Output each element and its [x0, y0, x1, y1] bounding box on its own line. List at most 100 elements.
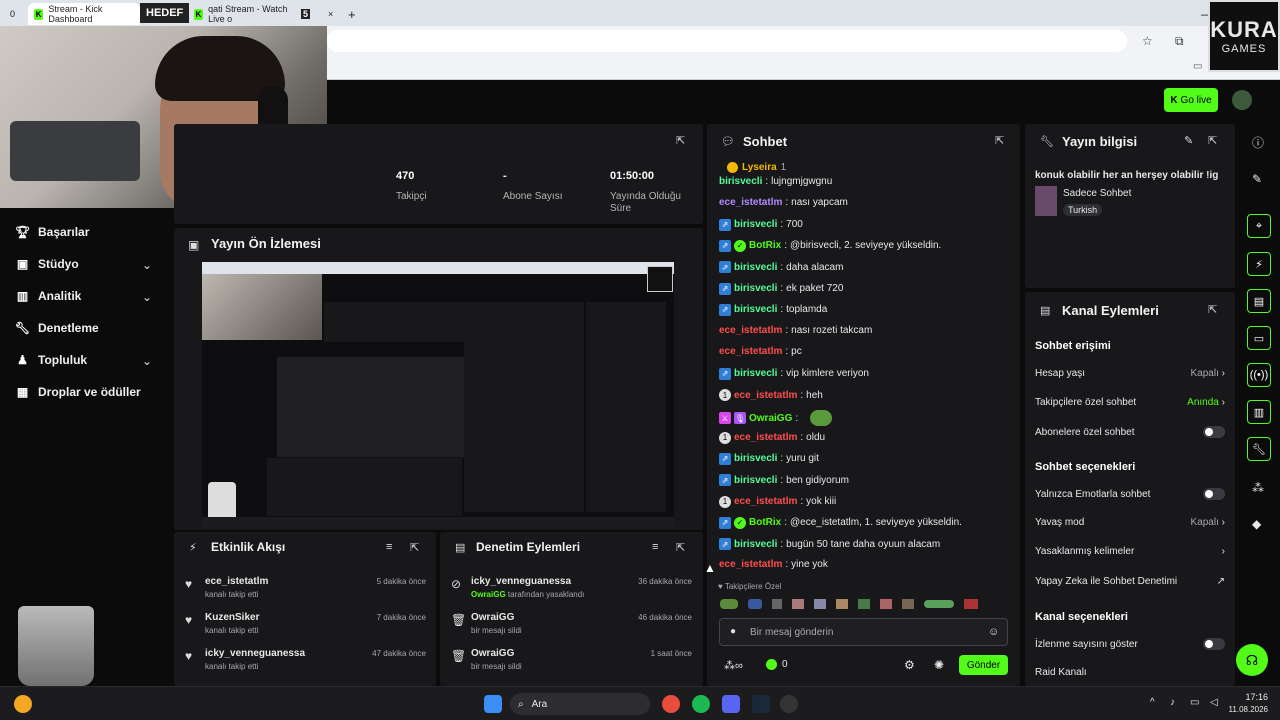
chat-username[interactable]: ece_istetatlm: [734, 390, 797, 401]
extensions-icon[interactable]: ⧉: [1175, 34, 1184, 49]
popout-icon[interactable]: ⇱: [676, 541, 685, 554]
account-age-row[interactable]: Hesap yaşı Kapalı ›: [1035, 368, 1225, 379]
rail-capture-icon[interactable]: ⌖: [1247, 214, 1271, 238]
rail-bolt-icon[interactable]: ⚡︎: [1247, 252, 1271, 276]
activity-user[interactable]: icky_venneguanessa: [205, 648, 305, 659]
show-viewers-toggle[interactable]: [1203, 638, 1225, 650]
star-icon[interactable]: ☆: [1142, 34, 1153, 48]
popout-icon[interactable]: ⇱: [995, 134, 1004, 147]
followers-chat-row[interactable]: Takipçilere özel sohbet Anında ›: [1035, 397, 1225, 408]
sidebar-item-achievements[interactable]: 🏆︎ Başarılar: [15, 222, 89, 242]
pencil-icon[interactable]: ✎: [1252, 172, 1262, 186]
tab-qati-stream[interactable]: K qati Stream - Watch Live o 5: [188, 3, 316, 25]
pinned-user[interactable]: Lyseira 1: [727, 162, 786, 173]
rail-broadcast-icon[interactable]: ((•)): [1247, 363, 1271, 387]
mic-icon[interactable]: ♪: [1170, 697, 1175, 708]
rail-chat-icon[interactable]: ▭: [1247, 326, 1271, 350]
banned-words-row[interactable]: Yasaklanmış kelimeler ›: [1035, 546, 1225, 557]
new-tab-button[interactable]: +: [342, 3, 362, 25]
rail-actions-icon[interactable]: ▥: [1247, 400, 1271, 424]
url-field[interactable]: [327, 30, 1127, 52]
emotes-only-toggle[interactable]: [1203, 488, 1225, 500]
emote-icon[interactable]: [772, 599, 782, 609]
emote-bar[interactable]: [720, 596, 1010, 612]
mod-user[interactable]: icky_venneguanessa: [471, 576, 571, 587]
sidebar-item-community[interactable]: ♟ Topluluk: [16, 350, 87, 370]
chat-username[interactable]: birisvecli: [734, 304, 777, 315]
raid-row[interactable]: Raid Kanalı: [1035, 667, 1225, 678]
activity-user[interactable]: KuzenSiker: [205, 612, 259, 623]
rail-community-icon[interactable]: ⁂: [1252, 481, 1264, 495]
tray-chevron-icon[interactable]: ^: [1150, 697, 1155, 708]
folder-icon[interactable]: ▭: [1193, 61, 1202, 72]
community-icon[interactable]: ⁂∞: [724, 659, 743, 672]
sidebar-item-studio[interactable]: ▣ Stüdyo: [16, 254, 79, 274]
emote-icon[interactable]: [836, 599, 848, 609]
go-live-button[interactable]: K Go live: [1164, 88, 1218, 112]
rail-tag-icon[interactable]: ◆: [1252, 517, 1261, 531]
emote-icon[interactable]: [748, 599, 762, 609]
avatar[interactable]: [1232, 90, 1252, 110]
slow-mode-row[interactable]: Yavaş mod Kapalı ›: [1035, 517, 1225, 528]
rail-wrench-icon[interactable]: 🔧︎: [1247, 437, 1271, 461]
chat-username[interactable]: ece_istetatlm: [734, 496, 797, 507]
filter-icon[interactable]: ≡: [386, 541, 392, 553]
chat-username[interactable]: BotRix: [749, 517, 781, 528]
chevron-down-icon[interactable]: ⌄: [142, 258, 152, 272]
tab-counter[interactable]: 0: [4, 3, 21, 25]
weather-icon[interactable]: [14, 695, 32, 713]
chat-username[interactable]: birisvecli: [734, 262, 777, 273]
chat-username[interactable]: BotRix: [749, 240, 781, 251]
info-icon[interactable]: ⓘ: [1252, 134, 1264, 151]
filter-icon[interactable]: ≡: [652, 541, 658, 553]
chat-username[interactable]: ece_istetatlm: [719, 346, 782, 357]
chat-username[interactable]: ece_istetatlm: [719, 325, 782, 336]
discord-icon[interactable]: [722, 695, 740, 713]
chat-username[interactable]: birisvecli: [734, 539, 777, 550]
gear-icon[interactable]: ⚙: [904, 658, 915, 672]
mod-user[interactable]: OwraiGG: [471, 648, 514, 659]
subs-chat-row[interactable]: Abonelere özel sohbet: [1035, 426, 1225, 438]
show-viewers-row[interactable]: İzlenme sayısını göster: [1035, 638, 1225, 650]
mod-tools-icon[interactable]: ✺: [934, 658, 944, 672]
emoji-icon[interactable]: ☺: [988, 626, 999, 638]
sidebar-item-analytics[interactable]: ▥ Analitik: [16, 286, 82, 306]
chat-username[interactable]: birisvecli: [734, 475, 777, 486]
chrome-icon[interactable]: [662, 695, 680, 713]
taskbar-search[interactable]: ⌕ Ara: [510, 693, 650, 715]
tab-kick-dashboard[interactable]: K Stream - Kick Dashboard: [28, 3, 140, 25]
emote-icon[interactable]: [858, 599, 870, 609]
popout-icon[interactable]: ⇱: [676, 134, 685, 147]
sidebar-item-moderation[interactable]: 🔧︎ Denetleme: [15, 318, 99, 338]
chat-input[interactable]: ● Bir mesaj gönderin ☺: [719, 618, 1008, 646]
rail-clipboard-icon[interactable]: ▤: [1247, 289, 1271, 313]
emote-icon[interactable]: [814, 599, 826, 609]
popout-icon[interactable]: ⇱: [410, 541, 419, 554]
chat-username[interactable]: birisvecli: [734, 219, 777, 230]
tab-hedef[interactable]: HEDEF: [140, 3, 190, 23]
tag-badge[interactable]: Turkish: [1063, 204, 1103, 216]
ai-moderation-row[interactable]: Yapay Zeka ile Sohbet Denetimi ↗: [1035, 576, 1225, 587]
category-name[interactable]: Sadece Sohbet: [1063, 188, 1131, 199]
windows-start-icon[interactable]: [484, 695, 502, 713]
chat-username[interactable]: birisvecli: [734, 368, 777, 379]
popout-icon[interactable]: ⇱: [1208, 134, 1217, 147]
chat-username[interactable]: birisvecli: [719, 176, 762, 187]
chat-username[interactable]: ece_istetatlm: [719, 559, 782, 570]
spotify-icon[interactable]: [692, 695, 710, 713]
chat-username[interactable]: ece_istetatlm: [734, 432, 797, 443]
help-headset-icon[interactable]: ☊: [1236, 644, 1268, 676]
emote-icon[interactable]: [902, 599, 914, 609]
edit-icon[interactable]: ✎: [1184, 134, 1193, 147]
obs-icon[interactable]: [780, 695, 798, 713]
stream-preview[interactable]: [202, 262, 674, 528]
send-button[interactable]: Gönder: [959, 655, 1008, 675]
emotes-only-row[interactable]: Yalnızca Emotlarla sohbet: [1035, 488, 1225, 500]
emote-icon[interactable]: [924, 600, 954, 608]
mod-user[interactable]: OwraiGG: [471, 612, 514, 623]
chat-username[interactable]: birisvecli: [734, 283, 777, 294]
emote-icon[interactable]: [792, 599, 804, 609]
chevron-down-icon[interactable]: ⌄: [142, 354, 152, 368]
activity-user[interactable]: ece_istetatlm: [205, 576, 268, 587]
emote-icon[interactable]: [964, 599, 978, 609]
